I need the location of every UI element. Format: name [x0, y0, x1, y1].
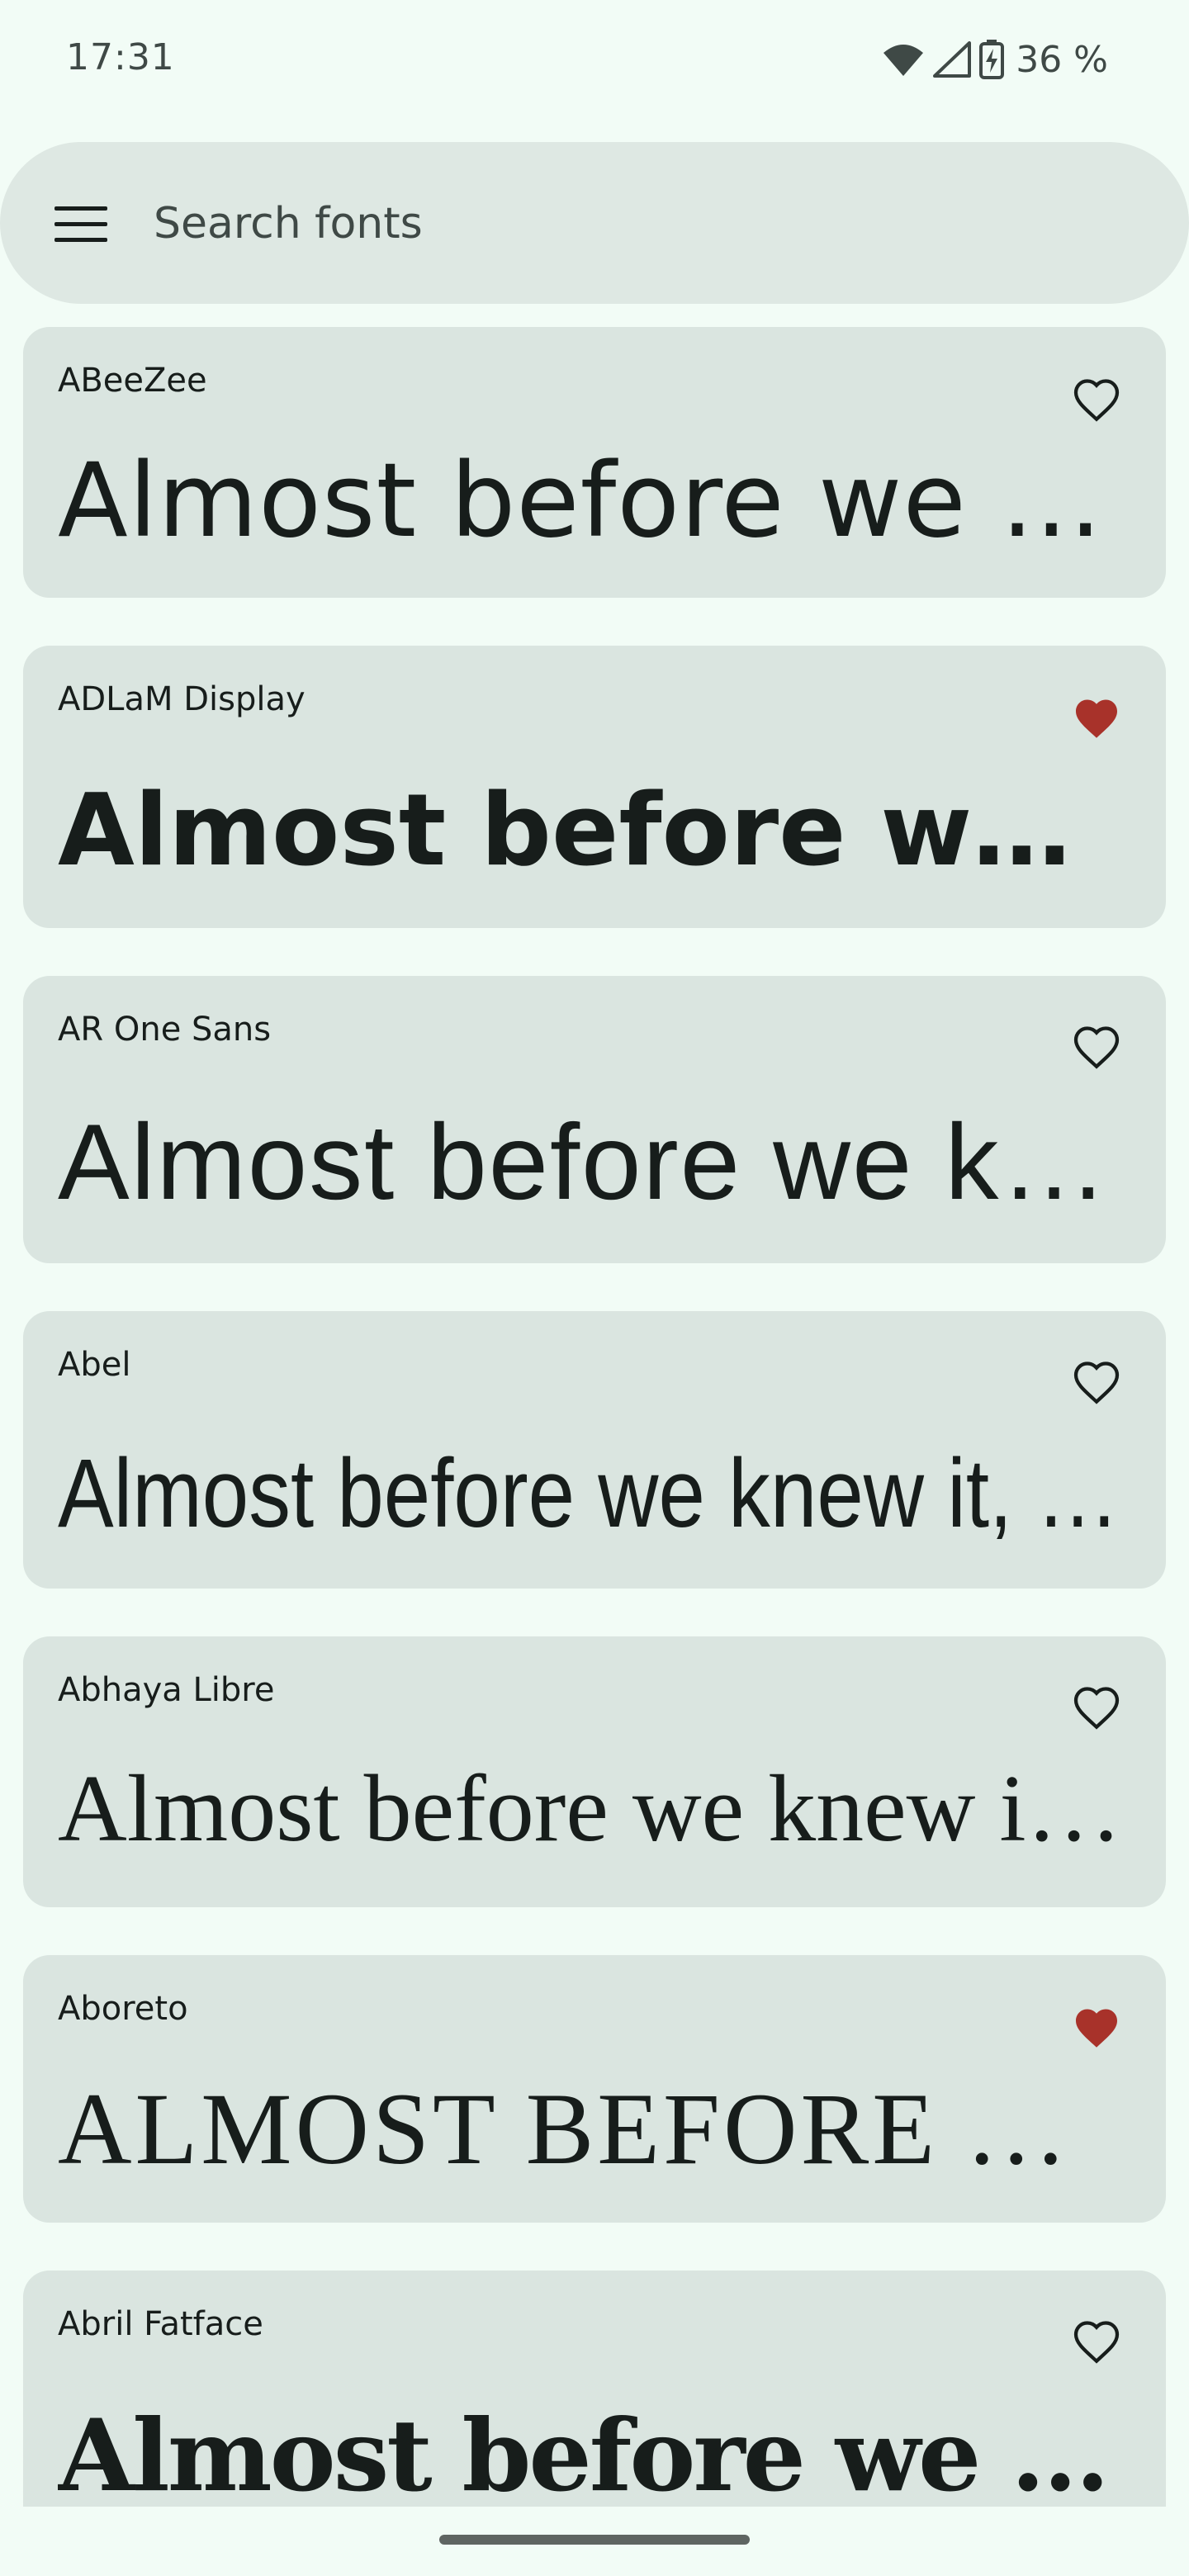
font-card-abeezee[interactable]: ABeeZee Almost before we knew it, we had…: [23, 327, 1166, 598]
search-input[interactable]: [152, 192, 1063, 256]
font-name: AR One Sans: [58, 1011, 272, 1049]
font-card-abel[interactable]: Abel Almost before we knew it, we had le…: [23, 1311, 1166, 1589]
battery-percentage: 36 %: [1016, 38, 1108, 81]
font-name: Abel: [58, 1346, 131, 1384]
battery-charging-icon: [979, 40, 1005, 79]
favorite-heart-outline-icon[interactable]: [1072, 2318, 1121, 2365]
font-name: ABeeZee: [58, 362, 207, 400]
font-sample-text: Almost before we knew it, we had left th…: [58, 442, 1133, 561]
font-card-aboreto[interactable]: Aboreto ALMOST BEFORE WE KNEW IT, WE HAD…: [23, 1955, 1166, 2223]
status-bar: 17:31 36 %: [0, 0, 1189, 116]
favorite-heart-outline-icon[interactable]: [1072, 1024, 1121, 1070]
favorite-heart-filled-icon[interactable]: [1072, 695, 1121, 741]
font-name: Aboreto: [58, 1990, 188, 2028]
favorite-heart-outline-icon[interactable]: [1072, 376, 1121, 423]
font-name: Abhaya Libre: [58, 1671, 275, 1709]
status-time: 17:31: [66, 36, 175, 78]
hamburger-menu-icon[interactable]: [54, 206, 107, 243]
status-icons: 36 %: [882, 36, 1108, 83]
font-name: ADLaM Display: [58, 680, 306, 718]
home-gesture-handle[interactable]: [439, 2535, 750, 2545]
screen: 17:31 36 % Search fonts ABeeZee Almost b…: [0, 0, 1189, 2576]
font-card-adlam-display[interactable]: ADLaM Display Almost before we knew it, …: [23, 646, 1166, 928]
font-sample-text: Almost before we knew it, we had left th…: [58, 774, 1133, 888]
font-card-ar-one-sans[interactable]: AR One Sans Almost before we knew it, we…: [23, 976, 1166, 1263]
cell-signal-icon: [933, 41, 972, 78]
wifi-icon: [882, 41, 925, 78]
favorite-heart-outline-icon[interactable]: [1072, 1359, 1121, 1405]
search-bar: [0, 142, 1189, 304]
font-sample-text: Almost before we knew it, we had left th…: [58, 1756, 1133, 1862]
font-sample-text: Almost before we knew it, we had left th…: [58, 1101, 1133, 1222]
font-card-abhaya-libre[interactable]: Abhaya Libre Almost before we knew it, w…: [23, 1636, 1166, 1907]
favorite-heart-filled-icon[interactable]: [1072, 2005, 1121, 2051]
font-sample-text: Almost before we knew it, we had left th…: [58, 1439, 1139, 1548]
favorite-heart-outline-icon[interactable]: [1072, 1684, 1121, 1731]
font-sample-text: Almost before we knew it, we had left th…: [58, 2398, 1133, 2514]
font-name: Abril Fatface: [58, 2305, 263, 2343]
font-sample-text: ALMOST BEFORE WE KNEW IT, WE HAD LEFT TH…: [58, 2072, 1133, 2185]
